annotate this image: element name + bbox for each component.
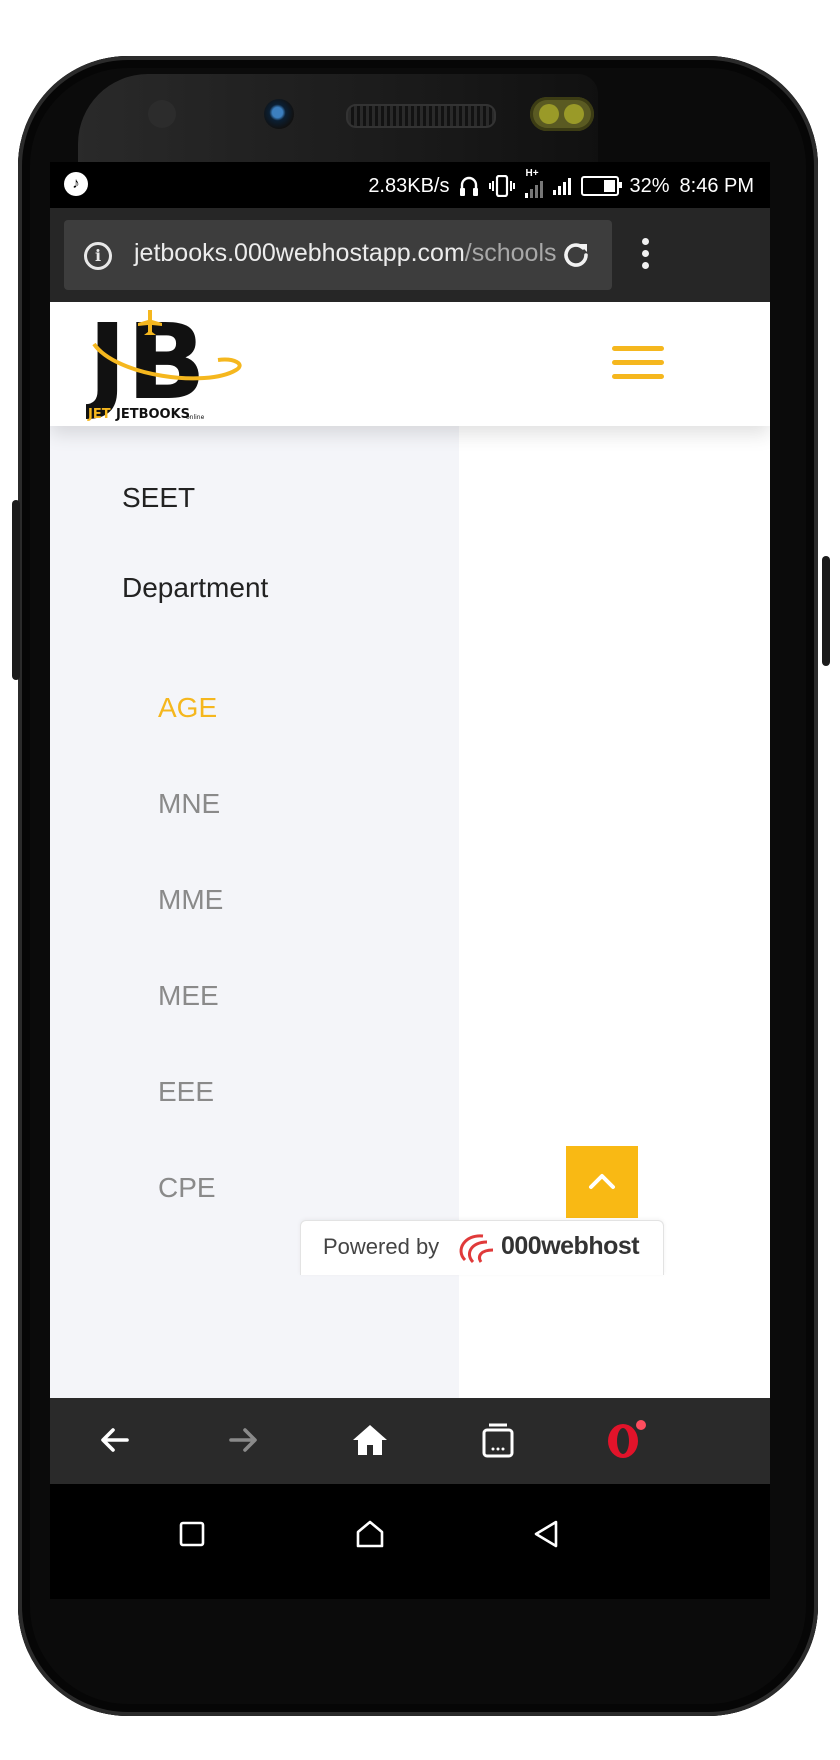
arrow-right-icon xyxy=(229,1428,257,1452)
battery-icon xyxy=(581,176,623,196)
opera-icon xyxy=(608,1420,646,1458)
browser-toolbar: i jetbooks.000webhostapp.com/schools xyxy=(50,208,770,302)
recents-icon xyxy=(179,1521,205,1547)
reload-icon[interactable] xyxy=(560,239,592,271)
department-item-eee[interactable]: EEE xyxy=(158,1076,214,1108)
tabs-button[interactable] xyxy=(476,1418,520,1462)
proximity-sensor xyxy=(148,100,176,128)
url-domain: jetbooks.000webhostapp.com xyxy=(134,239,465,267)
address-bar[interactable]: i jetbooks.000webhostapp.com/schools xyxy=(64,220,612,290)
department-item-mme[interactable]: MME xyxy=(158,884,223,916)
music-note-icon: ♪ xyxy=(64,172,88,196)
info-icon[interactable]: i xyxy=(84,242,112,270)
home-outline-icon xyxy=(356,1520,384,1548)
jetbooks-logo[interactable]: JB JET JETBOOKS online xyxy=(86,306,246,424)
menu-toggle-button[interactable] xyxy=(612,346,664,382)
browser-bottom-nav xyxy=(50,1398,770,1484)
department-item-cpe[interactable]: CPE xyxy=(158,1172,216,1204)
chevron-up-icon xyxy=(589,1174,615,1189)
browser-home-button[interactable] xyxy=(348,1418,392,1462)
000webhost-icon xyxy=(459,1234,494,1264)
url-text[interactable]: jetbooks.000webhostapp.com/schools xyxy=(134,239,557,268)
triangle-back-icon xyxy=(534,1520,558,1548)
department-item-mee[interactable]: MEE xyxy=(158,980,219,1012)
url-path: /schools xyxy=(464,239,557,267)
signal-sim1-icon: H+ xyxy=(525,168,544,198)
tabs-icon xyxy=(482,1423,514,1458)
back-button[interactable] xyxy=(93,1418,137,1462)
vibrate-icon xyxy=(489,175,516,197)
home-icon xyxy=(353,1425,387,1455)
phone-screen: ♪ 2.83KB/s H+ 32% 8:46 PM i jetbooks.000… xyxy=(50,162,770,1599)
svg-text:JETBOOKS: JETBOOKS xyxy=(115,407,190,422)
signal-sim2-icon xyxy=(553,177,572,195)
nav-school-link[interactable]: SEET xyxy=(122,482,195,514)
system-back-button[interactable] xyxy=(526,1514,566,1554)
svg-text:JET: JET xyxy=(87,407,111,422)
svg-text:online: online xyxy=(186,414,205,421)
opera-menu-button[interactable] xyxy=(604,1418,648,1462)
000webhost-brand: 000webhost xyxy=(501,1232,640,1260)
web-page: JB JET JETBOOKS online SEET Department A… xyxy=(50,302,770,1398)
system-nav-bar xyxy=(50,1484,770,1599)
front-flash xyxy=(530,97,594,131)
arrow-left-icon xyxy=(101,1428,129,1452)
powered-by-badge[interactable]: Powered by 000webhost xyxy=(300,1220,664,1275)
system-home-button[interactable] xyxy=(350,1514,390,1554)
power-button xyxy=(822,556,830,666)
nav-department-link[interactable]: Department xyxy=(122,572,268,604)
recents-button[interactable] xyxy=(172,1514,212,1554)
powered-by-text: Powered by xyxy=(323,1234,440,1259)
back-to-top-button[interactable] xyxy=(566,1146,638,1218)
network-type: H+ xyxy=(525,168,539,179)
overflow-menu-icon[interactable] xyxy=(642,238,650,274)
department-item-age[interactable]: AGE xyxy=(158,692,217,724)
headphones-icon xyxy=(460,176,479,196)
volume-button xyxy=(12,500,20,680)
front-camera xyxy=(264,99,294,129)
earpiece-speaker xyxy=(346,104,496,128)
clock: 8:46 PM xyxy=(679,174,754,197)
forward-button[interactable] xyxy=(221,1418,265,1462)
site-header: JB JET JETBOOKS online xyxy=(50,302,770,426)
battery-percent: 32% xyxy=(629,174,670,197)
department-item-mne[interactable]: MNE xyxy=(158,788,220,820)
status-bar: ♪ 2.83KB/s H+ 32% 8:46 PM xyxy=(50,162,770,208)
network-speed: 2.83KB/s xyxy=(368,174,450,197)
